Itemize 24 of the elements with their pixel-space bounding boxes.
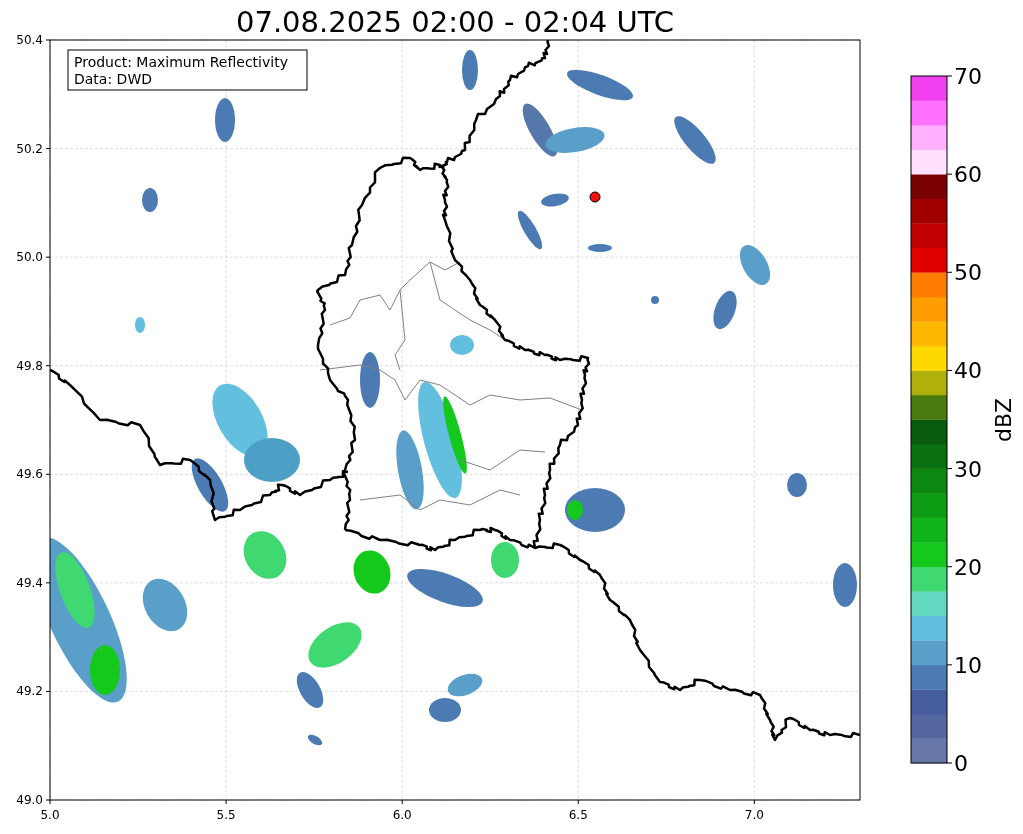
colorbar-tick-label: 30 bbox=[954, 456, 982, 482]
y-tick-label: 49.0 bbox=[16, 793, 43, 807]
y-tick-label: 49.4 bbox=[16, 575, 43, 590]
y-tick-label: 49.6 bbox=[16, 467, 43, 482]
annotation-box: Product: Maximum Reflectivity Data: DWD bbox=[67, 49, 308, 91]
colorbar-tick-label: 10 bbox=[954, 652, 982, 678]
x-tick-label: 6.0 bbox=[392, 808, 412, 822]
y-tick-label: 49.8 bbox=[16, 358, 43, 373]
colorbar-tick-label: 60 bbox=[954, 162, 982, 188]
colorbar-tick-label: 20 bbox=[954, 554, 982, 580]
y-tick-label: 49.2 bbox=[16, 684, 43, 699]
y-tick-label: 50.4 bbox=[16, 33, 43, 47]
y-tick-label: 50.0 bbox=[16, 250, 43, 265]
y-tick-label: 50.2 bbox=[16, 141, 43, 156]
colorbar-tick-label: 50 bbox=[954, 260, 982, 286]
colorbar-tick-label: 0 bbox=[954, 751, 968, 776]
colorbar-tick-label: 70 bbox=[954, 64, 982, 89]
colorbar-tick-label: 40 bbox=[954, 358, 982, 384]
x-tick-label: 5.5 bbox=[216, 808, 236, 822]
x-tick-label: 7.0 bbox=[744, 808, 764, 822]
colorbar-label: dBZ bbox=[991, 397, 1016, 443]
chart-title: 07.08.2025 02:00 - 02:04 UTC bbox=[236, 5, 674, 39]
x-tick-label: 6.5 bbox=[568, 808, 588, 822]
x-tick-label: 5.0 bbox=[40, 808, 60, 822]
